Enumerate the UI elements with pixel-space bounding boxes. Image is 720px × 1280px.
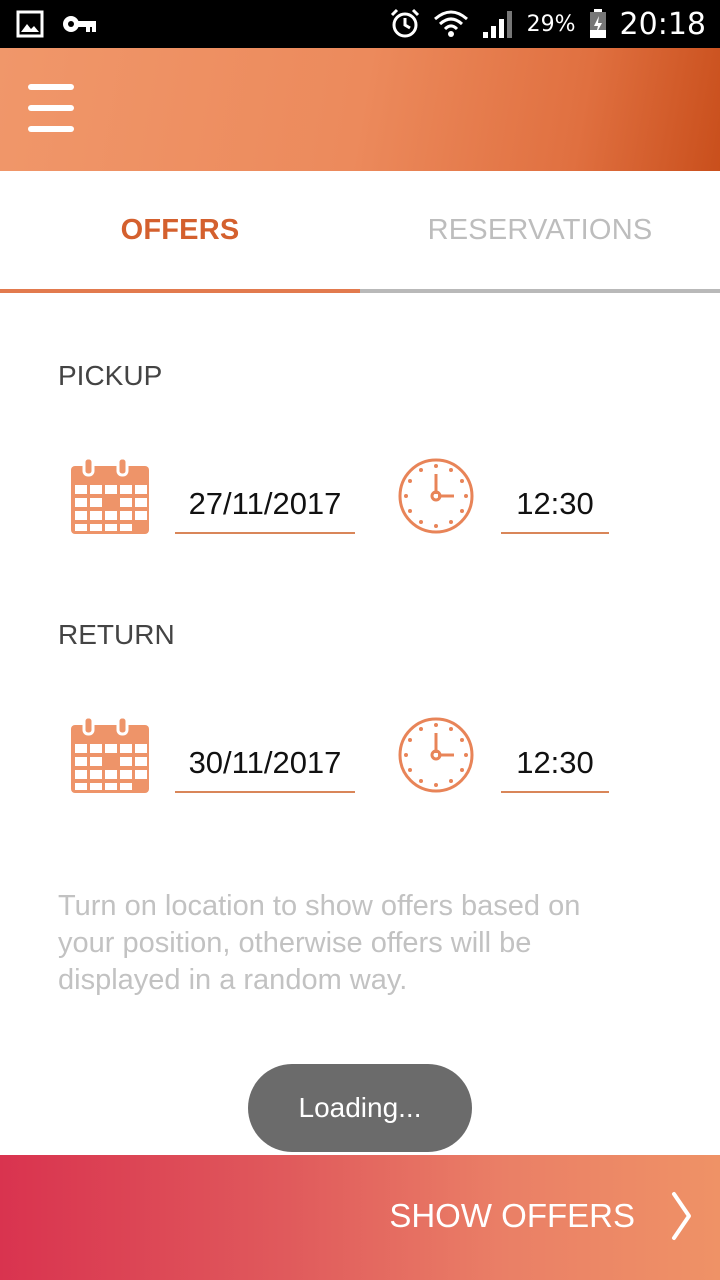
show-offers-label: SHOW OFFERS (389, 1197, 635, 1234)
clock-time: 20:18 (619, 6, 706, 42)
pickup-date-field[interactable]: 27/11/2017 (175, 476, 355, 534)
wifi-icon (433, 10, 468, 37)
pickup-label: PICKUP (58, 360, 163, 391)
calendar-icon[interactable] (70, 456, 150, 536)
return-label: RETURN (58, 619, 175, 650)
clock-icon[interactable] (396, 456, 476, 536)
battery-icon (589, 9, 606, 38)
tab-reservations[interactable]: RESERVATIONS (360, 171, 720, 289)
tab-offers[interactable]: OFFERS (0, 171, 360, 289)
signal-icon (482, 11, 512, 38)
loading-toast: Loading... (248, 1064, 472, 1152)
battery-percentage: 29% (526, 11, 576, 37)
tab-bar: OFFERS RESERVATIONS (0, 171, 720, 293)
calendar-icon[interactable] (70, 715, 150, 795)
app-bar (0, 48, 720, 171)
return-time-field[interactable]: 12:30 (501, 735, 609, 793)
clock-icon[interactable] (396, 715, 476, 795)
pickup-time-field[interactable]: 12:30 (501, 476, 609, 534)
status-bar: 29% 20:18 (0, 0, 720, 48)
return-date-field[interactable]: 30/11/2017 (175, 735, 355, 793)
show-offers-button[interactable]: SHOW OFFERS (0, 1155, 720, 1280)
gallery-icon (16, 10, 44, 38)
menu-icon[interactable] (24, 78, 80, 138)
key-icon (63, 16, 96, 32)
alarm-icon (390, 8, 419, 38)
chevron-right-icon (672, 1192, 691, 1240)
location-info-text: Turn on location to show offers based on… (58, 890, 581, 996)
tab-active-indicator (0, 289, 360, 293)
